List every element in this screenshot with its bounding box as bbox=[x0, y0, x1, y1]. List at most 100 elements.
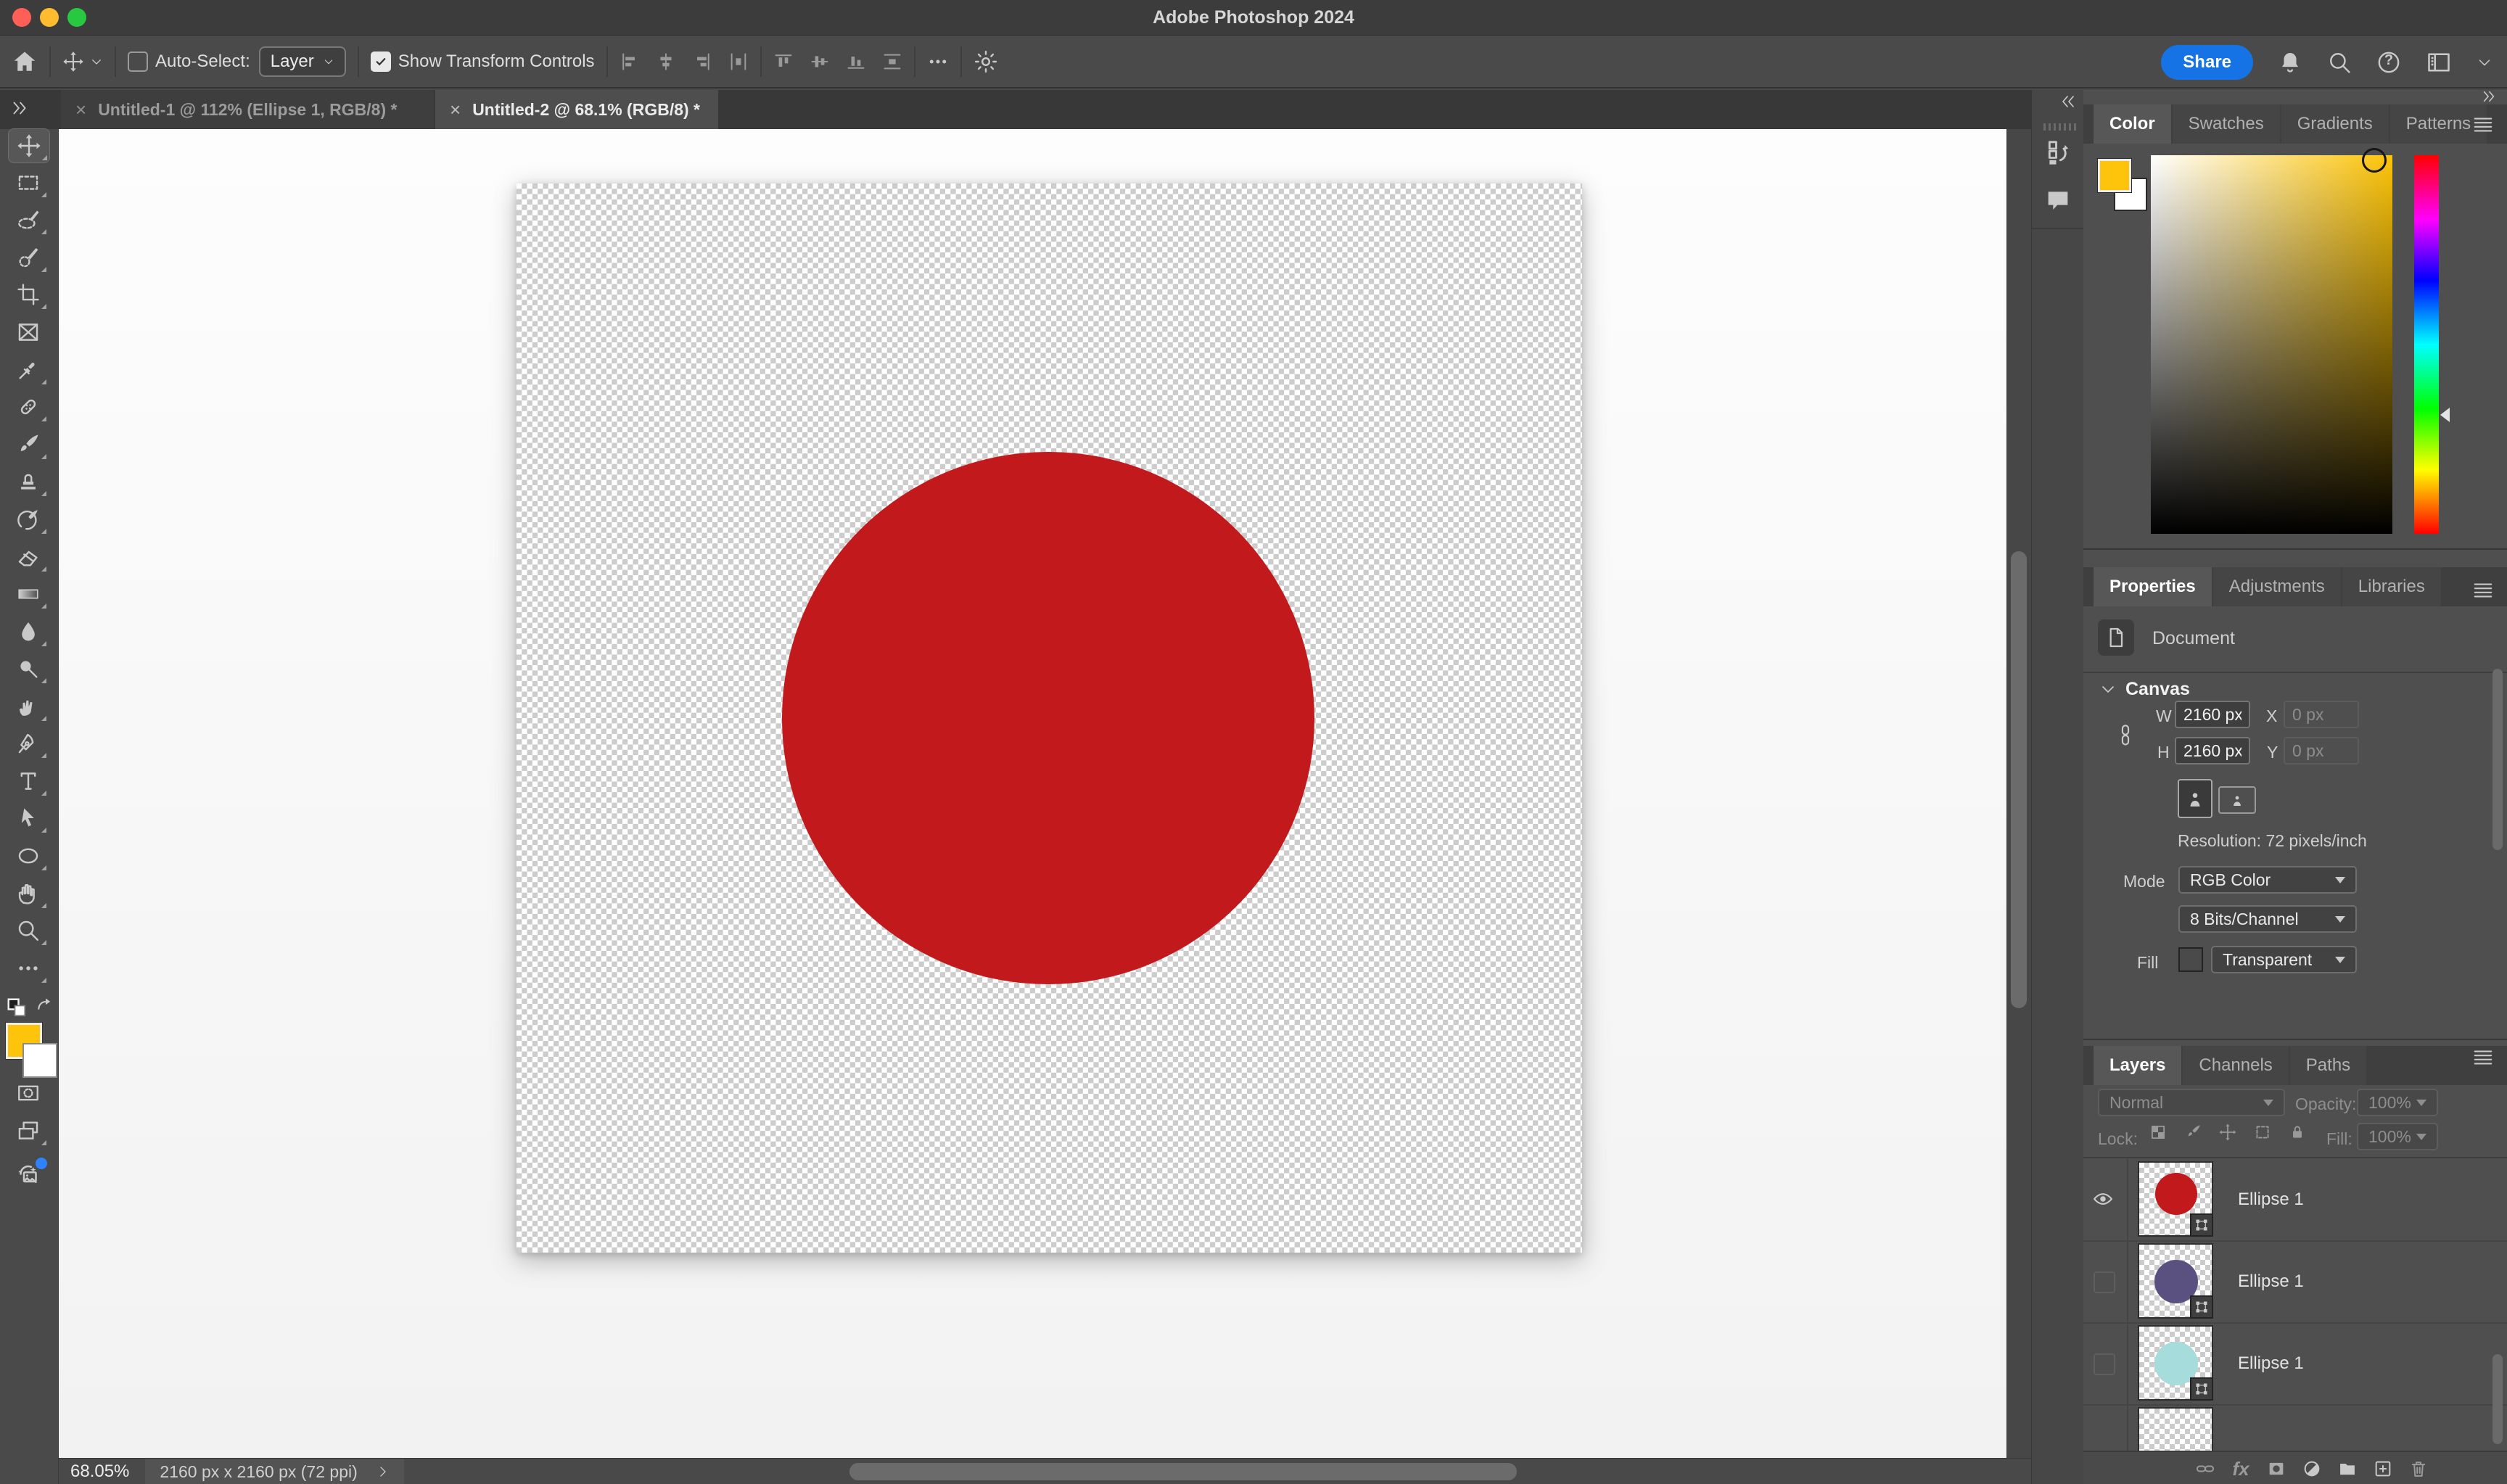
zoom-level[interactable]: 68.05% bbox=[70, 1462, 129, 1482]
layer-style-fx-icon[interactable]: fx bbox=[2225, 1453, 2257, 1484]
lock-transparency-icon[interactable] bbox=[2149, 1123, 2168, 1142]
selection-brush-tool[interactable] bbox=[8, 203, 49, 236]
color-field[interactable] bbox=[2151, 155, 2392, 534]
tab-gradients[interactable]: Gradients bbox=[2281, 104, 2389, 144]
layer-row[interactable]: Ellipse 1 bbox=[2083, 1240, 2507, 1324]
tab-swatches[interactable]: Swatches bbox=[2173, 104, 2280, 144]
panel-menu-icon[interactable] bbox=[2472, 115, 2494, 133]
tab-properties[interactable]: Properties bbox=[2094, 567, 2212, 606]
distribute-vertical-icon[interactable] bbox=[882, 51, 902, 72]
chevron-down-icon[interactable] bbox=[2477, 54, 2492, 70]
add-layer-mask-icon[interactable] bbox=[2260, 1453, 2292, 1484]
quick-mask-mode-button[interactable] bbox=[8, 1076, 49, 1110]
align-middle-icon[interactable] bbox=[810, 51, 830, 72]
generative-ai-button[interactable] bbox=[8, 1156, 49, 1190]
lock-all-icon[interactable] bbox=[2288, 1123, 2307, 1142]
properties-scrollbar-thumb[interactable] bbox=[2492, 669, 2503, 850]
more-tools[interactable] bbox=[8, 952, 49, 985]
workspace-settings-gear-icon[interactable] bbox=[973, 49, 998, 74]
document-tab-untitled-1[interactable]: × Untitled-1 @ 112% (Ellipse 1, RGB/8) * bbox=[61, 90, 434, 129]
workspace-switcher-icon[interactable] bbox=[2426, 49, 2452, 75]
ellipse-shape[interactable] bbox=[782, 452, 1314, 984]
blend-mode-dropdown[interactable]: Normal bbox=[2098, 1089, 2285, 1116]
collapse-dock-icon[interactable] bbox=[2059, 93, 2077, 110]
vertical-scrollbar[interactable] bbox=[2006, 129, 2032, 1458]
layer-visibility-toggle[interactable] bbox=[2094, 1353, 2115, 1375]
delete-layer-trash-icon[interactable] bbox=[2403, 1453, 2434, 1484]
align-right-icon[interactable] bbox=[692, 51, 712, 72]
auto-select-checkbox[interactable] bbox=[128, 51, 148, 72]
show-transform-checkbox[interactable] bbox=[371, 51, 391, 72]
opacity-dropdown[interactable]: 100% bbox=[2357, 1089, 2438, 1116]
object-selection-tool[interactable] bbox=[8, 241, 49, 274]
link-layers-icon[interactable] bbox=[2189, 1453, 2221, 1484]
horizontal-scrollbar-thumb[interactable] bbox=[849, 1463, 1517, 1480]
close-tab-icon[interactable]: × bbox=[450, 99, 461, 121]
document-info-box[interactable]: 2160 px x 2160 px (72 ppi) bbox=[145, 1459, 403, 1484]
close-window-button[interactable] bbox=[12, 8, 31, 27]
align-left-icon[interactable] bbox=[619, 51, 640, 72]
layer-visibility-eye-icon[interactable] bbox=[2092, 1188, 2114, 1210]
move-tool-icon[interactable] bbox=[62, 51, 84, 73]
expand-tools-dock-icon[interactable] bbox=[10, 99, 29, 118]
frame-tool[interactable] bbox=[8, 316, 49, 349]
type-tool[interactable] bbox=[8, 764, 49, 798]
layer-row[interactable]: Ellipse 1 bbox=[2083, 1158, 2507, 1242]
status-chevron-icon[interactable] bbox=[376, 1465, 390, 1478]
blur-tool[interactable] bbox=[8, 615, 49, 648]
gradient-tool[interactable] bbox=[8, 577, 49, 611]
layer-row[interactable]: Ellipse 1 bbox=[2083, 1322, 2507, 1406]
align-top-icon[interactable] bbox=[773, 51, 794, 72]
hand-tool[interactable] bbox=[8, 877, 49, 910]
comments-panel-icon[interactable] bbox=[2043, 186, 2072, 215]
layer-thumbnail[interactable] bbox=[2138, 1243, 2213, 1319]
dodge-tool[interactable] bbox=[8, 652, 49, 685]
layer-row-partial[interactable] bbox=[2083, 1404, 2507, 1451]
hue-slider-marker[interactable] bbox=[2440, 408, 2450, 422]
layer-fill-dropdown[interactable]: 100% bbox=[2357, 1123, 2438, 1150]
align-bottom-icon[interactable] bbox=[846, 51, 866, 72]
pen-tool[interactable] bbox=[8, 727, 49, 760]
history-panel-icon[interactable] bbox=[2043, 138, 2072, 167]
layer-name[interactable]: Ellipse 1 bbox=[2238, 1240, 2304, 1322]
chevron-down-icon[interactable] bbox=[90, 55, 103, 68]
panel-menu-icon[interactable] bbox=[2472, 1047, 2494, 1066]
tab-channels[interactable]: Channels bbox=[2183, 1046, 2288, 1085]
height-field[interactable] bbox=[2175, 737, 2250, 764]
document-tab-untitled-2[interactable]: × Untitled-2 @ 68.1% (RGB/8) * bbox=[435, 90, 718, 129]
width-field[interactable] bbox=[2175, 701, 2250, 728]
hue-slider[interactable] bbox=[2414, 155, 2439, 534]
lock-position-icon[interactable] bbox=[2218, 1123, 2237, 1142]
screen-mode-button[interactable] bbox=[8, 1114, 49, 1147]
tab-libraries[interactable]: Libraries bbox=[2342, 567, 2441, 606]
auto-select-target-dropdown[interactable]: Layer bbox=[259, 46, 346, 77]
new-layer-icon[interactable] bbox=[2367, 1453, 2399, 1484]
orientation-landscape-button[interactable] bbox=[2218, 786, 2256, 814]
layer-visibility-toggle[interactable] bbox=[2094, 1271, 2115, 1293]
help-icon[interactable]: ? bbox=[2376, 50, 2401, 75]
default-colors-icon[interactable] bbox=[6, 997, 28, 1018]
home-icon[interactable] bbox=[12, 49, 38, 75]
tab-adjustments[interactable]: Adjustments bbox=[2213, 567, 2341, 606]
color-panel-foreground-swatch[interactable] bbox=[2098, 159, 2131, 192]
canvas[interactable] bbox=[516, 184, 1582, 1253]
link-dimensions-icon[interactable] bbox=[2115, 721, 2136, 750]
distribute-horizontal-icon[interactable] bbox=[728, 51, 749, 72]
fill-swatch[interactable] bbox=[2178, 947, 2203, 972]
zoom-tool[interactable] bbox=[8, 914, 49, 947]
minimize-window-button[interactable] bbox=[40, 8, 59, 27]
bit-depth-dropdown[interactable]: 8 Bits/Channel bbox=[2178, 905, 2357, 933]
more-options-icon[interactable] bbox=[927, 51, 949, 73]
color-field-picker-ring[interactable] bbox=[2362, 148, 2387, 173]
vertical-scrollbar-thumb[interactable] bbox=[2011, 551, 2027, 1008]
tab-color[interactable]: Color bbox=[2094, 104, 2171, 144]
canvas-section-chevron-icon[interactable] bbox=[2099, 680, 2117, 698]
swap-colors-icon[interactable] bbox=[32, 997, 54, 1018]
share-button[interactable]: Share bbox=[2161, 45, 2253, 80]
path-selection-tool[interactable] bbox=[8, 801, 49, 835]
orientation-portrait-button[interactable] bbox=[2178, 779, 2212, 818]
tab-layers[interactable]: Layers bbox=[2094, 1046, 2181, 1085]
rectangular-marquee-tool[interactable] bbox=[8, 166, 49, 199]
move-tool[interactable] bbox=[8, 128, 50, 163]
eraser-tool[interactable] bbox=[8, 540, 49, 574]
